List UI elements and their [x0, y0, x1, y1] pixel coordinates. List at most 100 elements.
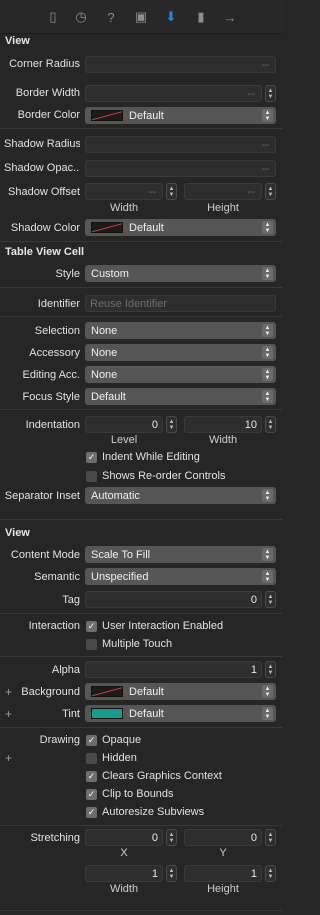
style-label: Style [55, 268, 80, 280]
stretching-height-caption: Height [207, 883, 239, 895]
content-mode-popup[interactable]: Scale To Fill ▲ ▼ [85, 546, 276, 563]
shadow-offset-width-caption: Width [109, 202, 139, 214]
semantic-popup[interactable]: Unspecified ▲ ▼ [85, 568, 276, 585]
shadow-offset-width-field[interactable]: -- [85, 183, 163, 200]
checkmark-icon: ✓ [86, 451, 97, 463]
stretching-height-stepper[interactable]: ▲ ▼ [265, 865, 276, 882]
background-value: Default [129, 685, 164, 698]
autoresize-subviews-checkbox[interactable]: ✓ Autoresize Subviews [86, 806, 204, 818]
chevron-updown-icon: ▲ ▼ [262, 109, 273, 122]
shadow-offset-height-caption: Height [207, 202, 239, 214]
shows-reorder-controls-label: Shows Re-order Controls [102, 470, 226, 482]
opaque-checkbox[interactable]: ✓ Opaque [86, 734, 141, 746]
shadow-color-popup[interactable]: Default ▲ ▼ [85, 219, 276, 236]
separator-inset-value: Automatic [91, 489, 140, 502]
indentation-level-caption: Level [110, 434, 138, 446]
identifier-field[interactable]: Reuse Identifier [85, 295, 276, 312]
indent-while-editing-checkbox[interactable]: ✓ Indent While Editing [86, 451, 200, 463]
clip-to-bounds-checkbox[interactable]: ✓ Clip to Bounds [86, 788, 174, 800]
border-width-label: Border Width [15, 87, 80, 99]
shadow-opacity-field[interactable]: -- [85, 160, 276, 177]
stretching-x-field[interactable]: 0 [85, 829, 163, 846]
stretching-x-value: 0 [151, 831, 158, 844]
interaction-label: Interaction [28, 620, 80, 632]
shadow-offset-height-field[interactable]: -- [184, 183, 262, 200]
stretching-height-field[interactable]: 1 [184, 865, 262, 882]
color-swatch-none [91, 110, 123, 121]
quick-help-icon[interactable]: ? [102, 8, 120, 26]
shadow-color-label: Shadow Color [10, 222, 80, 234]
focus-style-popup[interactable]: Default ▲ ▼ [85, 388, 276, 405]
editing-accessory-label: Editing Acc. [22, 369, 80, 381]
indentation-width-value: 10 [244, 418, 257, 431]
stretching-width-field[interactable]: 1 [85, 865, 163, 882]
editing-accessory-value: None [91, 368, 118, 381]
corner-radius-field[interactable]: -- [85, 56, 276, 73]
indentation-width-field[interactable]: 10 [184, 416, 262, 433]
indentation-width-stepper[interactable]: ▲ ▼ [265, 416, 276, 433]
chevron-updown-icon: ▲ ▼ [262, 489, 273, 502]
content-mode-value: Scale To Fill [91, 548, 151, 561]
alpha-field[interactable]: 1 [85, 661, 262, 678]
hidden-checkbox[interactable]: Hidden [86, 752, 137, 764]
checkmark-icon: ✓ [86, 806, 97, 818]
accessory-popup[interactable]: None ▲ ▼ [85, 344, 276, 361]
chevron-updown-icon: ▲ ▼ [262, 707, 273, 720]
user-interaction-enabled-checkbox[interactable]: ✓ User Interaction Enabled [86, 620, 223, 632]
border-width-field[interactable]: -- [85, 85, 262, 102]
multiple-touch-checkbox[interactable]: Multiple Touch [86, 638, 172, 650]
indentation-label: Indentation [25, 419, 80, 431]
stretching-y-stepper[interactable]: ▲ ▼ [265, 829, 276, 846]
border-width-stepper[interactable]: ▲ ▼ [265, 85, 276, 102]
background-label: Background [21, 686, 80, 698]
indentation-level-stepper[interactable]: ▲ ▼ [166, 416, 177, 433]
indentation-level-field[interactable]: 0 [85, 416, 163, 433]
size-inspector-icon[interactable]: ▮ [192, 8, 210, 26]
history-inspector-icon[interactable]: ◷ [72, 8, 90, 26]
stretching-y-caption: Y [219, 847, 227, 859]
background-popup[interactable]: Default ▲ ▼ [85, 683, 276, 700]
section-title-view: View [5, 35, 30, 47]
file-inspector-icon[interactable]: ▯ [44, 8, 62, 26]
selection-popup[interactable]: None ▲ ▼ [85, 322, 276, 339]
checkmark-icon: ✓ [86, 770, 97, 782]
stretching-label: Stretching [30, 832, 80, 844]
chevron-updown-icon: ▲ ▼ [262, 346, 273, 359]
connections-inspector-icon[interactable]: → [221, 8, 239, 26]
accessory-label: Accessory [29, 347, 80, 359]
clip-to-bounds-label: Clip to Bounds [102, 788, 174, 800]
shadow-offset-width-stepper[interactable]: ▲ ▼ [166, 183, 177, 200]
style-value: Custom [91, 267, 129, 280]
chevron-updown-icon: ▲ ▼ [262, 267, 273, 280]
identity-inspector-icon[interactable]: ▣ [132, 8, 150, 26]
tag-field[interactable]: 0 [85, 591, 262, 608]
add-drawing-variation-icon[interactable]: + [5, 751, 12, 765]
shadow-radius-field[interactable]: -- [85, 136, 276, 153]
color-swatch-none [91, 222, 123, 233]
shadow-color-value: Default [129, 221, 164, 234]
attributes-inspector-icon[interactable]: ⬇ [162, 8, 180, 26]
clears-graphics-context-label: Clears Graphics Context [102, 770, 222, 782]
checkmark-icon: ✓ [86, 788, 97, 800]
indent-while-editing-label: Indent While Editing [102, 451, 200, 463]
hidden-label: Hidden [102, 752, 137, 764]
tag-label: Tag [62, 594, 80, 606]
user-interaction-enabled-label: User Interaction Enabled [102, 620, 224, 632]
border-width-value: -- [247, 87, 255, 100]
shows-reorder-controls-checkbox[interactable]: Shows Re-order Controls [86, 470, 226, 482]
alpha-stepper[interactable]: ▲ ▼ [265, 661, 276, 678]
stretching-height-value: 1 [250, 867, 257, 880]
style-popup[interactable]: Custom ▲ ▼ [85, 265, 276, 282]
stretching-y-field[interactable]: 0 [184, 829, 262, 846]
editing-accessory-popup[interactable]: None ▲ ▼ [85, 366, 276, 383]
border-color-popup[interactable]: Default ▲ ▼ [85, 107, 276, 124]
separator-inset-popup[interactable]: Automatic ▲ ▼ [85, 487, 276, 504]
stretching-x-stepper[interactable]: ▲ ▼ [166, 829, 177, 846]
tag-stepper[interactable]: ▲ ▼ [265, 591, 276, 608]
clears-graphics-context-checkbox[interactable]: ✓ Clears Graphics Context [86, 770, 222, 782]
tint-popup[interactable]: Default ▲ ▼ [85, 705, 276, 722]
corner-radius-value: -- [261, 58, 269, 71]
shadow-offset-height-stepper[interactable]: ▲ ▼ [265, 183, 276, 200]
stretching-width-stepper[interactable]: ▲ ▼ [166, 865, 177, 882]
indentation-width-caption: Width [208, 434, 238, 446]
